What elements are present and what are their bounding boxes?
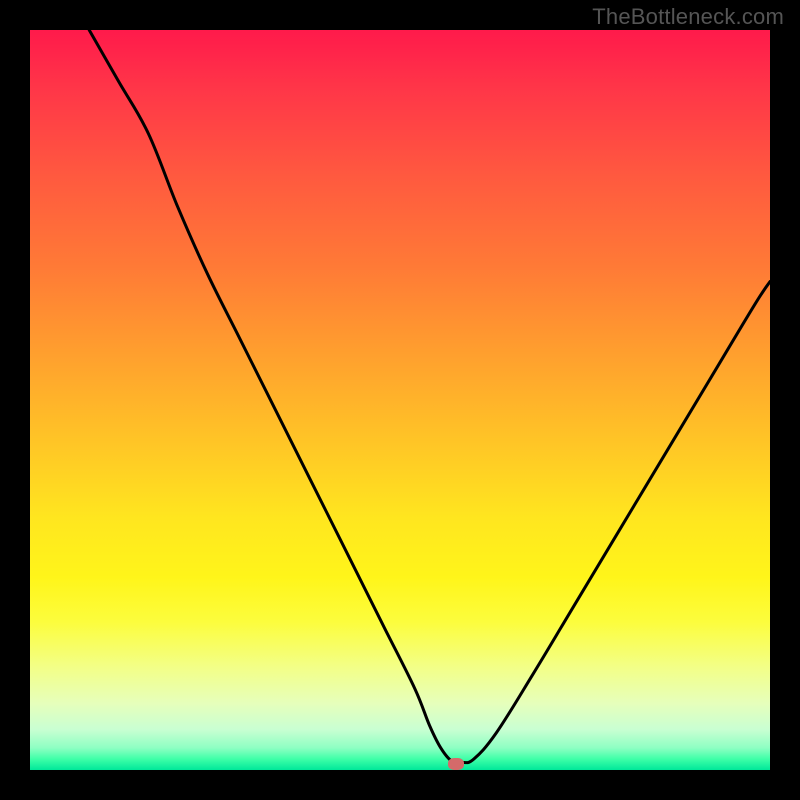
optimum-marker (448, 758, 464, 770)
plot-area (30, 30, 770, 770)
chart-frame: TheBottleneck.com (0, 0, 800, 800)
bottleneck-curve (89, 30, 770, 763)
watermark-text: TheBottleneck.com (592, 4, 784, 30)
curve-svg (30, 30, 770, 770)
